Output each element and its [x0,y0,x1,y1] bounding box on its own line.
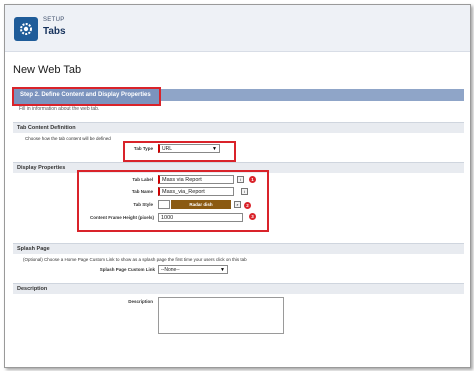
tab-style-label: Tab Style [133,202,153,207]
app-window: SETUP Tabs New Web Tab Step 2. Define Co… [4,4,471,368]
section-title: Splash Page [17,246,50,252]
tab-style-icon-preview [158,200,170,209]
splash-instruction: (Optional) Choose a Home Page Custom Lin… [23,257,247,262]
step-bar [157,89,464,101]
setup-header: SETUP Tabs [5,5,470,52]
description-label: Description [128,299,153,304]
tab-type-select[interactable]: URL ▼ [158,144,220,153]
tab-name-label: Tab Name [131,189,153,194]
step-label: Step 2. Define Content and Display Prope… [20,92,151,98]
step-highlight: Step 2. Define Content and Display Prope… [12,87,161,106]
frame-height-input[interactable]: 1000 [158,213,243,222]
tab-content-instruction: Choose how the tab content will be defin… [25,136,111,141]
tab-label-input[interactable]: Mass via Report [158,175,234,184]
page-title: New Web Tab [13,64,82,76]
section-tab-content: Tab Content Definition [13,122,464,133]
info-icon[interactable]: i [241,188,248,195]
instruction-text: Fill in information about the web tab. [19,106,100,112]
description-textarea[interactable] [158,297,284,334]
callout-badge-1: 1 [249,176,256,183]
callout-badge-3: 3 [249,213,256,220]
frame-height-label: Content Frame Height (pixels) [89,215,154,220]
section-title: Display Properties [17,165,66,171]
chevron-down-icon: ▼ [220,267,225,273]
splash-link-value: --None-- [161,267,180,273]
tab-type-label: Tab Type [133,146,153,151]
splash-link-select[interactable]: --None-- ▼ [158,265,228,274]
splash-link-label: Splash Page Custom Link [99,267,155,272]
tab-type-value: URL [162,146,173,152]
gear-icon [14,17,38,41]
section-description: Description [13,283,464,294]
tab-label-label: Tab Label [132,177,153,182]
chevron-down-icon: ▼ [212,146,217,152]
lookup-icon[interactable]: ⌕ [234,201,241,208]
setup-title: Tabs [43,26,66,37]
help-icon[interactable]: i [237,176,244,183]
section-title: Description [17,286,48,292]
section-splash: Splash Page [13,243,464,254]
section-title: Tab Content Definition [17,125,76,131]
setup-eyebrow: SETUP [43,17,65,23]
tab-name-input[interactable]: Mass_via_Report [158,187,234,196]
tab-style-selector[interactable]: Radar dish [171,200,231,209]
callout-badge-2: 2 [244,202,251,209]
